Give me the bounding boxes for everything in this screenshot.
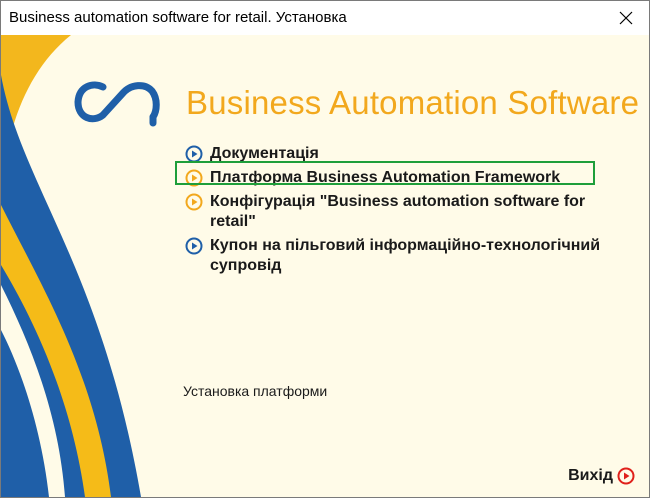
menu-item-platform[interactable]: Платформа Business Automation Framework [185, 168, 635, 188]
window-title: Business automation software for retail.… [9, 9, 347, 26]
orange-play-bullet-icon [185, 193, 203, 211]
menu-item-support-coupon[interactable]: Купон на пільговий інформаційно-технолог… [185, 236, 635, 276]
exit-label: Вихід [568, 467, 613, 484]
blue-play-bullet-icon [185, 237, 203, 255]
installer-content: Business Automation Software Документаці… [1, 35, 649, 497]
brand-logo-icon [74, 81, 160, 127]
installer-window: Business automation software for retail.… [0, 0, 650, 498]
red-play-circle-icon [617, 467, 635, 485]
close-icon [619, 11, 633, 25]
menu-item-documentation[interactable]: Документація [185, 144, 635, 164]
blue-play-bullet-icon [185, 145, 203, 163]
exit-button[interactable]: Вихід [568, 467, 635, 485]
menu-item-configuration[interactable]: Конфігурація "Business automation softwa… [185, 192, 635, 232]
orange-play-bullet-icon [185, 169, 203, 187]
title-bar[interactable]: Business automation software for retail.… [1, 1, 649, 35]
menu-item-label: Конфігурація "Business automation softwa… [210, 193, 586, 230]
brand-title: Business Automation Software [186, 84, 640, 121]
menu-item-label: Платформа Business Automation Framework [210, 169, 561, 186]
menu-item-label: Купон на пільговий інформаційно-технолог… [210, 237, 601, 274]
status-text: Установка платформи [183, 383, 328, 399]
install-menu: Документація Платформа Business Automati… [185, 144, 635, 280]
menu-item-label: Документація [210, 145, 319, 162]
close-button[interactable] [603, 1, 649, 35]
